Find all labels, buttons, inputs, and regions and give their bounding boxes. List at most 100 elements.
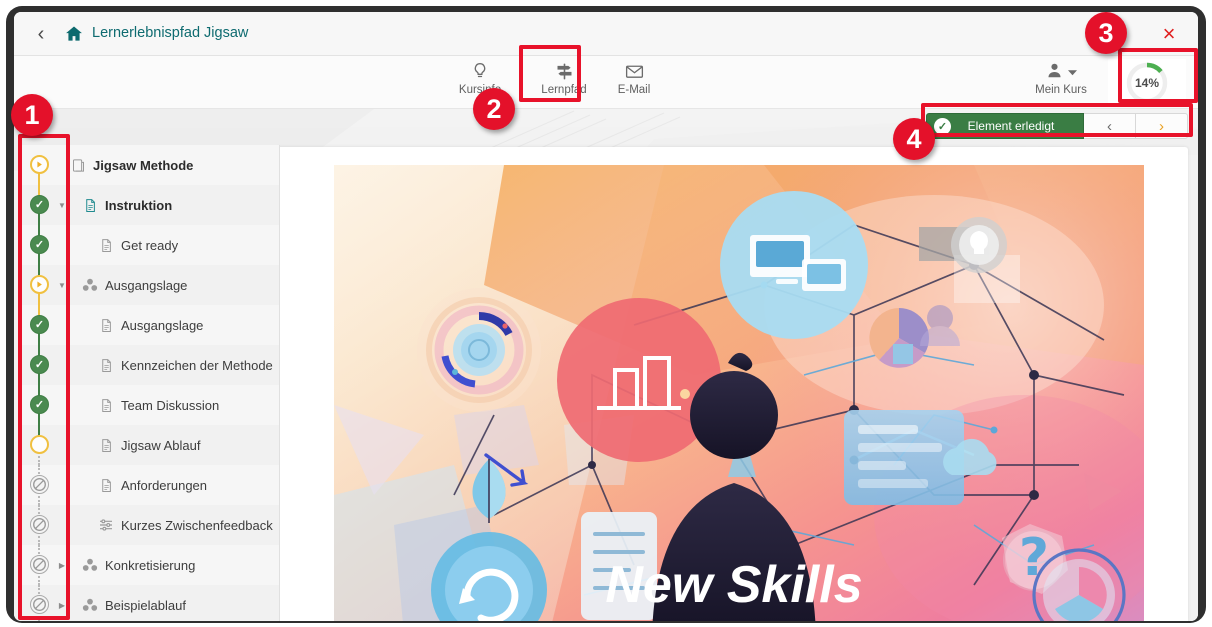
status-done-icon: ✓ — [30, 395, 49, 414]
progress-widget[interactable]: 14% — [1108, 59, 1186, 107]
chevron-toggle-icon[interactable]: ▼ — [56, 201, 68, 210]
status-blocked-icon — [30, 475, 49, 494]
sidebar-item-konkretisierung[interactable]: ▶ Konkretisierung — [22, 545, 279, 585]
toolbar-email-button[interactable]: E-Mail — [602, 59, 666, 106]
status-play-icon — [30, 275, 49, 294]
status-blocked-icon — [30, 515, 49, 534]
group-icon — [80, 556, 100, 574]
toolbar-lernpfad-label: Lernpfad — [541, 84, 587, 96]
sidebar-item-label: Anforderungen — [121, 477, 208, 493]
callout-badge-3: 3 — [1085, 12, 1127, 54]
sidebar-item-label: Jigsaw Ablauf — [121, 437, 201, 453]
chevron-toggle-icon[interactable]: ▶ — [56, 601, 68, 610]
sidebar-item-instruktion[interactable]: ✓ ▼ Instruktion — [22, 185, 279, 225]
sidebar-item-label: Kennzeichen der Methode — [121, 357, 273, 373]
document-icon — [80, 196, 100, 214]
sidebar-item-content: Konkretisierung — [68, 556, 195, 574]
status-cell: ✓ — [22, 385, 56, 425]
check-circle-icon: ✓ — [934, 117, 951, 135]
previous-element-button[interactable]: ‹ — [1084, 113, 1136, 139]
back-button[interactable]: ‹ — [28, 21, 54, 47]
sidebar-item-beispielablauf[interactable]: ▶ Beispielablauf — [22, 585, 279, 621]
sidebar-item-content: Kennzeichen der Methode — [68, 356, 273, 374]
user-menu-button[interactable]: Mein Kurs — [1019, 62, 1103, 106]
status-done-icon: ✓ — [30, 355, 49, 374]
learning-path-tree: Jigsaw Methode ✓ ▼ Instruktion ✓ Get ready ▼ Au… — [22, 145, 279, 621]
status-open-icon — [30, 435, 49, 454]
title-bar: ‹ Lernerlebnispfad Jigsaw × — [14, 12, 1198, 56]
status-done-icon: ✓ — [30, 195, 49, 214]
page-title: Lernerlebnispfad Jigsaw — [92, 25, 249, 41]
sidebar-item-label: Jigsaw Methode — [93, 157, 194, 173]
sidebar-item-label: Team Diskussion — [121, 397, 220, 413]
element-completed-button[interactable]: ✓ Element erledigt — [926, 113, 1084, 139]
sidebar-item-content: Instruktion — [68, 196, 172, 214]
sidebar-item-anforderungen[interactable]: Anforderungen — [22, 465, 279, 505]
sidebar-item-team-diskussion[interactable]: ✓ Team Diskussion — [22, 385, 279, 425]
toolbar-email-label: E-Mail — [617, 84, 651, 96]
document-icon — [96, 236, 116, 254]
svg-text:?: ? — [1019, 528, 1049, 588]
document-icon — [96, 436, 116, 454]
status-cell: ✓ — [22, 305, 56, 345]
document-icon — [96, 316, 116, 334]
sidebar-item-jigsaw-methode[interactable]: Jigsaw Methode — [22, 145, 279, 185]
progress-percent-label: 14% — [1134, 76, 1160, 90]
element-status-bar: ✓ Element erledigt ‹ › — [926, 113, 1188, 139]
progress-ring: 14% — [1124, 60, 1170, 106]
status-cell: ✓ — [22, 345, 56, 385]
sidebar-item-label: Get ready — [121, 237, 179, 253]
sidebar-item-content: Beispielablauf — [68, 596, 186, 614]
status-cell — [22, 145, 56, 185]
sidebar-item-label: Beispielablauf — [105, 597, 186, 613]
group-icon — [80, 276, 100, 294]
content-body: ✓ Element erledigt ‹ › Jigsaw Methode ✓ ▼ I… — [14, 109, 1198, 621]
sidebar-item-label: Instruktion — [105, 197, 173, 213]
signpost-icon — [554, 59, 575, 83]
home-icon — [64, 24, 84, 44]
toolbar-lernpfad-button[interactable]: Lernpfad — [532, 59, 596, 106]
callout-badge-2: 2 — [473, 88, 515, 130]
sidebar-item-kurzes-zwischenfeedback[interactable]: Kurzes Zwischenfeedback — [22, 505, 279, 545]
status-play-icon — [30, 155, 49, 174]
status-cell: ✓ — [22, 185, 56, 225]
sidebar-item-label: Kurzes Zwischenfeedback — [121, 517, 273, 533]
close-icon[interactable]: × — [1156, 21, 1182, 47]
hero-illustration: ? New Skills — [334, 165, 1144, 621]
sidebar-item-ausgangslage[interactable]: ▼ Ausgangslage — [22, 265, 279, 305]
sidebar-item-label: Konkretisierung — [105, 557, 196, 573]
learning-path-sidebar[interactable]: Jigsaw Methode ✓ ▼ Instruktion ✓ Get ready ▼ Au… — [22, 145, 280, 621]
sidebar-item-ausgangslage[interactable]: ✓ Ausgangslage — [22, 305, 279, 345]
sidebar-item-content: Anforderungen — [68, 476, 207, 494]
sidebar-item-content: Jigsaw Ablauf — [68, 436, 201, 454]
sidebar-item-content: Jigsaw Methode — [68, 156, 193, 174]
chevron-toggle-icon[interactable]: ▼ — [56, 281, 68, 290]
chevron-down-icon — [1068, 64, 1077, 82]
sidebar-item-jigsaw-ablauf[interactable]: Jigsaw Ablauf — [22, 425, 279, 465]
status-done-icon: ✓ — [30, 235, 49, 254]
sidebar-item-label: Ausgangslage — [105, 277, 188, 293]
user-menu-label: Mein Kurs — [1035, 84, 1087, 96]
sidebar-item-content: Ausgangslage — [68, 316, 203, 334]
status-cell: ✓ — [22, 225, 56, 265]
document-icon — [96, 356, 116, 374]
chevron-toggle-icon[interactable]: ▶ — [56, 561, 68, 570]
next-element-button[interactable]: › — [1136, 113, 1188, 139]
sidebar-item-kennzeichen-der-methode[interactable]: ✓ Kennzeichen der Methode — [22, 345, 279, 385]
status-cell — [22, 465, 56, 505]
lightbulb-icon — [470, 59, 490, 83]
status-blocked-icon — [30, 555, 49, 574]
document-icon — [96, 476, 116, 494]
callout-badge-4: 4 — [893, 118, 935, 160]
document-icon — [96, 396, 116, 414]
user-icon — [1045, 61, 1064, 85]
content-card: ? New Skills — [276, 147, 1188, 621]
screenshot-frame: ‹ Lernerlebnispfad Jigsaw × Kursinfo Ler… — [0, 0, 1212, 627]
status-cell — [22, 265, 56, 305]
element-completed-label: Element erledigt — [967, 119, 1055, 133]
main-toolbar: Kursinfo Lernpfad E-Mail Mein Kurs 14% — [14, 56, 1198, 109]
application-window: ‹ Lernerlebnispfad Jigsaw × Kursinfo Ler… — [14, 12, 1198, 621]
hero-illustration-svg: ? New Skills — [334, 165, 1144, 621]
status-blocked-icon — [30, 595, 49, 614]
sidebar-item-get-ready[interactable]: ✓ Get ready — [22, 225, 279, 265]
